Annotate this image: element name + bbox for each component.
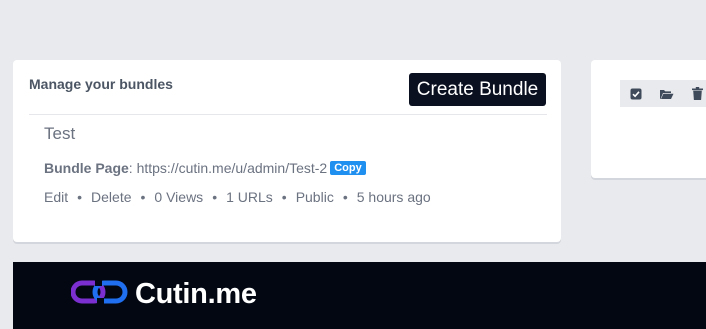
bulk-action-toolbar <box>620 80 706 107</box>
delete-link[interactable]: Delete <box>91 189 131 205</box>
copy-button[interactable]: Copy <box>330 161 366 175</box>
bundle-page-url: : https://cutin.me/u/admin/Test-2 <box>128 160 328 176</box>
separator: • <box>281 189 287 205</box>
bundle-page-row: Bundle Page: https://cutin.me/u/admin/Te… <box>44 160 366 176</box>
bundle-meta-row: Edit • Delete • 0 Views • 1 URLs • Public • 5 hour… <box>44 189 431 205</box>
site-footer: Cutin.me <box>13 262 706 329</box>
bundle-name[interactable]: Test <box>44 124 75 144</box>
create-bundle-button[interactable]: Create Bundle <box>409 73 546 106</box>
separator: • <box>212 189 218 205</box>
bundle-page-label: Bundle Page <box>44 160 129 176</box>
separator: • <box>342 189 348 205</box>
separator: • <box>140 189 146 205</box>
manage-bundles-card: Manage your bundles Create Bundle Test B… <box>13 60 561 242</box>
brand-logo[interactable]: Cutin.me <box>70 278 257 311</box>
divider <box>29 114 547 115</box>
folder-open-icon[interactable] <box>651 80 682 107</box>
edit-link[interactable]: Edit <box>44 189 68 205</box>
brand-name: Cutin.me <box>135 278 257 310</box>
separator: • <box>77 189 83 205</box>
chain-link-icon <box>70 279 129 310</box>
urls-count: 1 URLs <box>226 189 273 205</box>
side-panel-card <box>591 60 706 178</box>
views-count: 0 Views <box>154 189 204 205</box>
trash-icon[interactable] <box>682 80 706 107</box>
timestamp: 5 hours ago <box>356 189 431 205</box>
card-title: Manage your bundles <box>29 76 173 92</box>
visibility-status: Public <box>295 189 334 205</box>
check-square-icon[interactable] <box>620 80 651 107</box>
